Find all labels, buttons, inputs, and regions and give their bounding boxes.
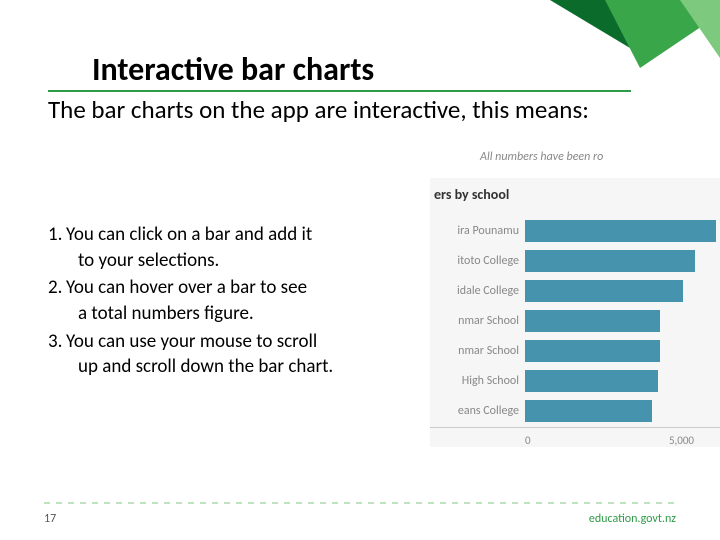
chart-screenshot: All numbers have been ro ers by school i…	[430, 150, 720, 450]
bar-label: ira Pounamu	[430, 224, 525, 238]
bar-row[interactable]: nmar School	[430, 307, 720, 334]
bar-row[interactable]: High School	[430, 367, 720, 394]
bar[interactable]	[525, 250, 695, 272]
bar-row[interactable]: nmar School	[430, 337, 720, 364]
chart-x-axis: 0 5,000	[430, 427, 720, 447]
instruction-list: 1.You can click on a bar and add it to y…	[48, 222, 413, 382]
bar[interactable]	[525, 370, 658, 392]
bar[interactable]	[525, 280, 683, 302]
list-item: 2.You can hover over a bar to see a tota…	[48, 275, 413, 326]
corner-decoration	[520, 0, 720, 100]
bar-label: High School	[430, 374, 525, 388]
list-number: 2.	[48, 275, 66, 301]
chart-note: All numbers have been ro	[430, 150, 720, 178]
list-number: 1.	[48, 222, 66, 248]
chart-body: ira Pounamu itoto College idale College …	[430, 211, 720, 447]
bar-label: idale College	[430, 284, 525, 298]
footer-link: education.govt.nz	[589, 512, 676, 526]
bar[interactable]	[525, 220, 716, 242]
list-item: 3.You can use your mouse to scroll up an…	[48, 329, 413, 380]
page-number: 17	[44, 512, 56, 526]
bar[interactable]	[525, 340, 660, 362]
list-number: 3.	[48, 329, 66, 355]
slide-title: Interactive bar charts	[92, 50, 374, 89]
list-item: 1.You can click on a bar and add it to y…	[48, 222, 413, 273]
x-tick: 5,000	[669, 434, 720, 447]
bar-label: eans College	[430, 404, 525, 418]
bar-label: nmar School	[430, 344, 525, 358]
bar-label: nmar School	[430, 314, 525, 328]
bar[interactable]	[525, 310, 660, 332]
list-text: up and scroll down the bar chart.	[48, 354, 413, 380]
slide-subtitle: The bar charts on the app are interactiv…	[48, 95, 608, 125]
chart-title: ers by school	[434, 186, 716, 203]
chart-header: ers by school	[430, 178, 720, 211]
list-text: to your selections.	[48, 248, 413, 274]
bar-label: itoto College	[430, 254, 525, 268]
bar-row[interactable]: eans College	[430, 397, 720, 424]
bar-row[interactable]: idale College	[430, 277, 720, 304]
list-text: a total numbers figure.	[48, 301, 413, 327]
bar-row[interactable]: ira Pounamu	[430, 217, 720, 244]
bar-row[interactable]: itoto College	[430, 247, 720, 274]
bar[interactable]	[525, 400, 652, 422]
list-text: You can hover over a bar to see	[66, 276, 307, 299]
title-underline	[48, 90, 631, 92]
list-text: You can use your mouse to scroll	[66, 330, 317, 353]
list-text: You can click on a bar and add it	[66, 223, 312, 246]
footer-divider	[44, 502, 676, 504]
